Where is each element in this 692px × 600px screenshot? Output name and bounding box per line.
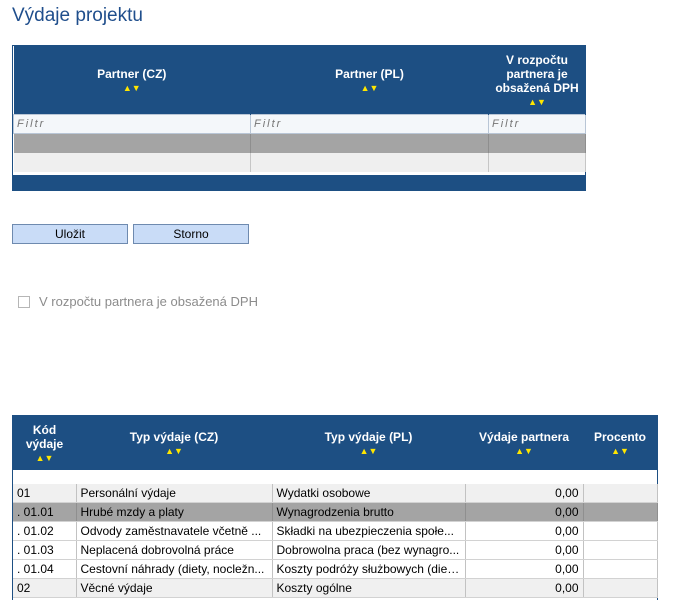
- cell-amount: 0,00: [465, 521, 584, 541]
- cell-amount: 0,00: [465, 502, 584, 522]
- filter-input-partner-pl[interactable]: [251, 115, 488, 133]
- column-header-percent[interactable]: Procento ▲▼: [583, 416, 657, 470]
- cancel-button[interactable]: Storno: [133, 224, 249, 244]
- cell-type-pl: Koszty ogólne: [272, 578, 466, 598]
- sort-up-down-icon[interactable]: ▲▼: [492, 97, 582, 107]
- cell-amount: 0,00: [465, 559, 584, 579]
- cell-percent: [583, 502, 658, 522]
- cell-type-pl: Wynagrodzenia brutto: [272, 502, 466, 522]
- column-label: Typ výdaje (CZ): [129, 430, 219, 444]
- sort-up-down-icon[interactable]: ▲▼: [254, 83, 485, 93]
- column-label: Partner (PL): [335, 67, 404, 81]
- column-header-partner-cz[interactable]: Partner (CZ) ▲▼: [13, 46, 251, 115]
- cell-type-cz: Cestovní náhrady (diety, nocležn...: [76, 559, 273, 579]
- sort-up-down-icon[interactable]: ▲▼: [468, 446, 580, 456]
- sort-up-down-icon[interactable]: ▲▼: [79, 446, 269, 456]
- column-header-expense-code[interactable]: Kód výdaje ▲▼: [13, 416, 76, 470]
- cell-code: . 01.01: [13, 502, 77, 522]
- partner-grid: Partner (CZ) ▲▼ Partner (PL) ▲▼ V rozpoč…: [12, 45, 586, 191]
- cell-type-cz: Neplacená dobrovolná práce: [76, 540, 273, 560]
- cell-type-pl: Składki na ubezpieczenia społe...: [272, 521, 466, 541]
- cell-type-pl: Dobrowolna praca (bez wynagro...: [272, 540, 466, 560]
- cell-code: . 01.02: [13, 521, 77, 541]
- table-row[interactable]: . 01.02 Odvody zaměstnavatele včetně ...…: [13, 521, 658, 541]
- column-label: V rozpočtu partnera je obsažená DPH: [495, 53, 579, 95]
- cell-percent: [583, 521, 658, 541]
- cell-percent: [583, 578, 658, 598]
- sort-up-down-icon[interactable]: ▲▼: [17, 83, 248, 93]
- table-row[interactable]: 02 Věcné výdaje Koszty ogólne 0,00: [13, 578, 658, 598]
- cell-percent: [583, 540, 658, 560]
- table-row[interactable]: . 01.03 Neplacená dobrovolná práce Dobro…: [13, 540, 658, 560]
- column-label: Typ výdaje (PL): [324, 430, 413, 444]
- column-header-type-cz[interactable]: Typ výdaje (CZ) ▲▼: [76, 416, 272, 470]
- cell-code: . 01.04: [13, 559, 77, 579]
- sort-up-down-icon[interactable]: ▲▼: [275, 446, 462, 456]
- vat-included-label: V rozpočtu partnera je obsažená DPH: [39, 294, 258, 309]
- page-title: Výdaje projektu: [12, 5, 143, 26]
- cell-type-cz: Věcné výdaje: [76, 578, 273, 598]
- sort-up-down-icon[interactable]: ▲▼: [16, 453, 73, 463]
- cell-type-cz: Odvody zaměstnavatele včetně ...: [76, 521, 273, 541]
- table-row[interactable]: . 01.04 Cestovní náhrady (diety, nocležn…: [13, 559, 658, 579]
- vat-included-checkbox-row[interactable]: V rozpočtu partnera je obsažená DPH: [18, 294, 258, 309]
- filter-input-partner-cz[interactable]: [14, 115, 250, 133]
- cell-type-cz: Personální výdaje: [76, 484, 273, 503]
- grid-footer: [13, 175, 585, 190]
- column-label: Výdaje partnera: [478, 430, 570, 444]
- save-button[interactable]: Uložit: [12, 224, 128, 244]
- column-header-vat-included[interactable]: V rozpočtu partnera je obsažená DPH ▲▼: [488, 46, 586, 115]
- cell-code: 02: [13, 578, 77, 598]
- column-header-type-pl[interactable]: Typ výdaje (PL) ▲▼: [272, 416, 465, 470]
- vat-included-checkbox[interactable]: [18, 295, 30, 308]
- expense-grid: Kód výdaje ▲▼ Typ výdaje (CZ) ▲▼ Typ výd…: [12, 415, 658, 600]
- cell-code: . 01.03: [13, 540, 77, 560]
- column-header-partner-pl[interactable]: Partner (PL) ▲▼: [250, 46, 489, 115]
- sort-up-down-icon[interactable]: ▲▼: [586, 446, 654, 456]
- cell-type-pl: Wydatki osobowe: [272, 484, 466, 503]
- table-row[interactable]: [13, 133, 586, 153]
- table-row[interactable]: . 01.01 Hrubé mzdy a platy Wynagrodzenia…: [13, 502, 658, 522]
- column-label: Kód výdaje: [25, 423, 64, 451]
- table-row[interactable]: [13, 153, 586, 172]
- cell-percent: [583, 484, 658, 503]
- cell-type-cz: Hrubé mzdy a platy: [76, 502, 273, 522]
- cell-code: 01: [13, 484, 77, 503]
- column-header-partner-expenses[interactable]: Výdaje partnera ▲▼: [465, 416, 583, 470]
- column-label: Partner (CZ): [97, 67, 167, 81]
- cell-amount: 0,00: [465, 484, 584, 503]
- cell-amount: 0,00: [465, 578, 584, 598]
- cell-amount: 0,00: [465, 540, 584, 560]
- cell-type-pl: Koszty podróży służbowych (diet...: [272, 559, 466, 579]
- filter-input-vat-included[interactable]: [489, 115, 585, 133]
- column-label: Procento: [593, 430, 646, 444]
- cell-percent: [583, 559, 658, 579]
- table-row[interactable]: 01 Personální výdaje Wydatki osobowe 0,0…: [13, 484, 658, 503]
